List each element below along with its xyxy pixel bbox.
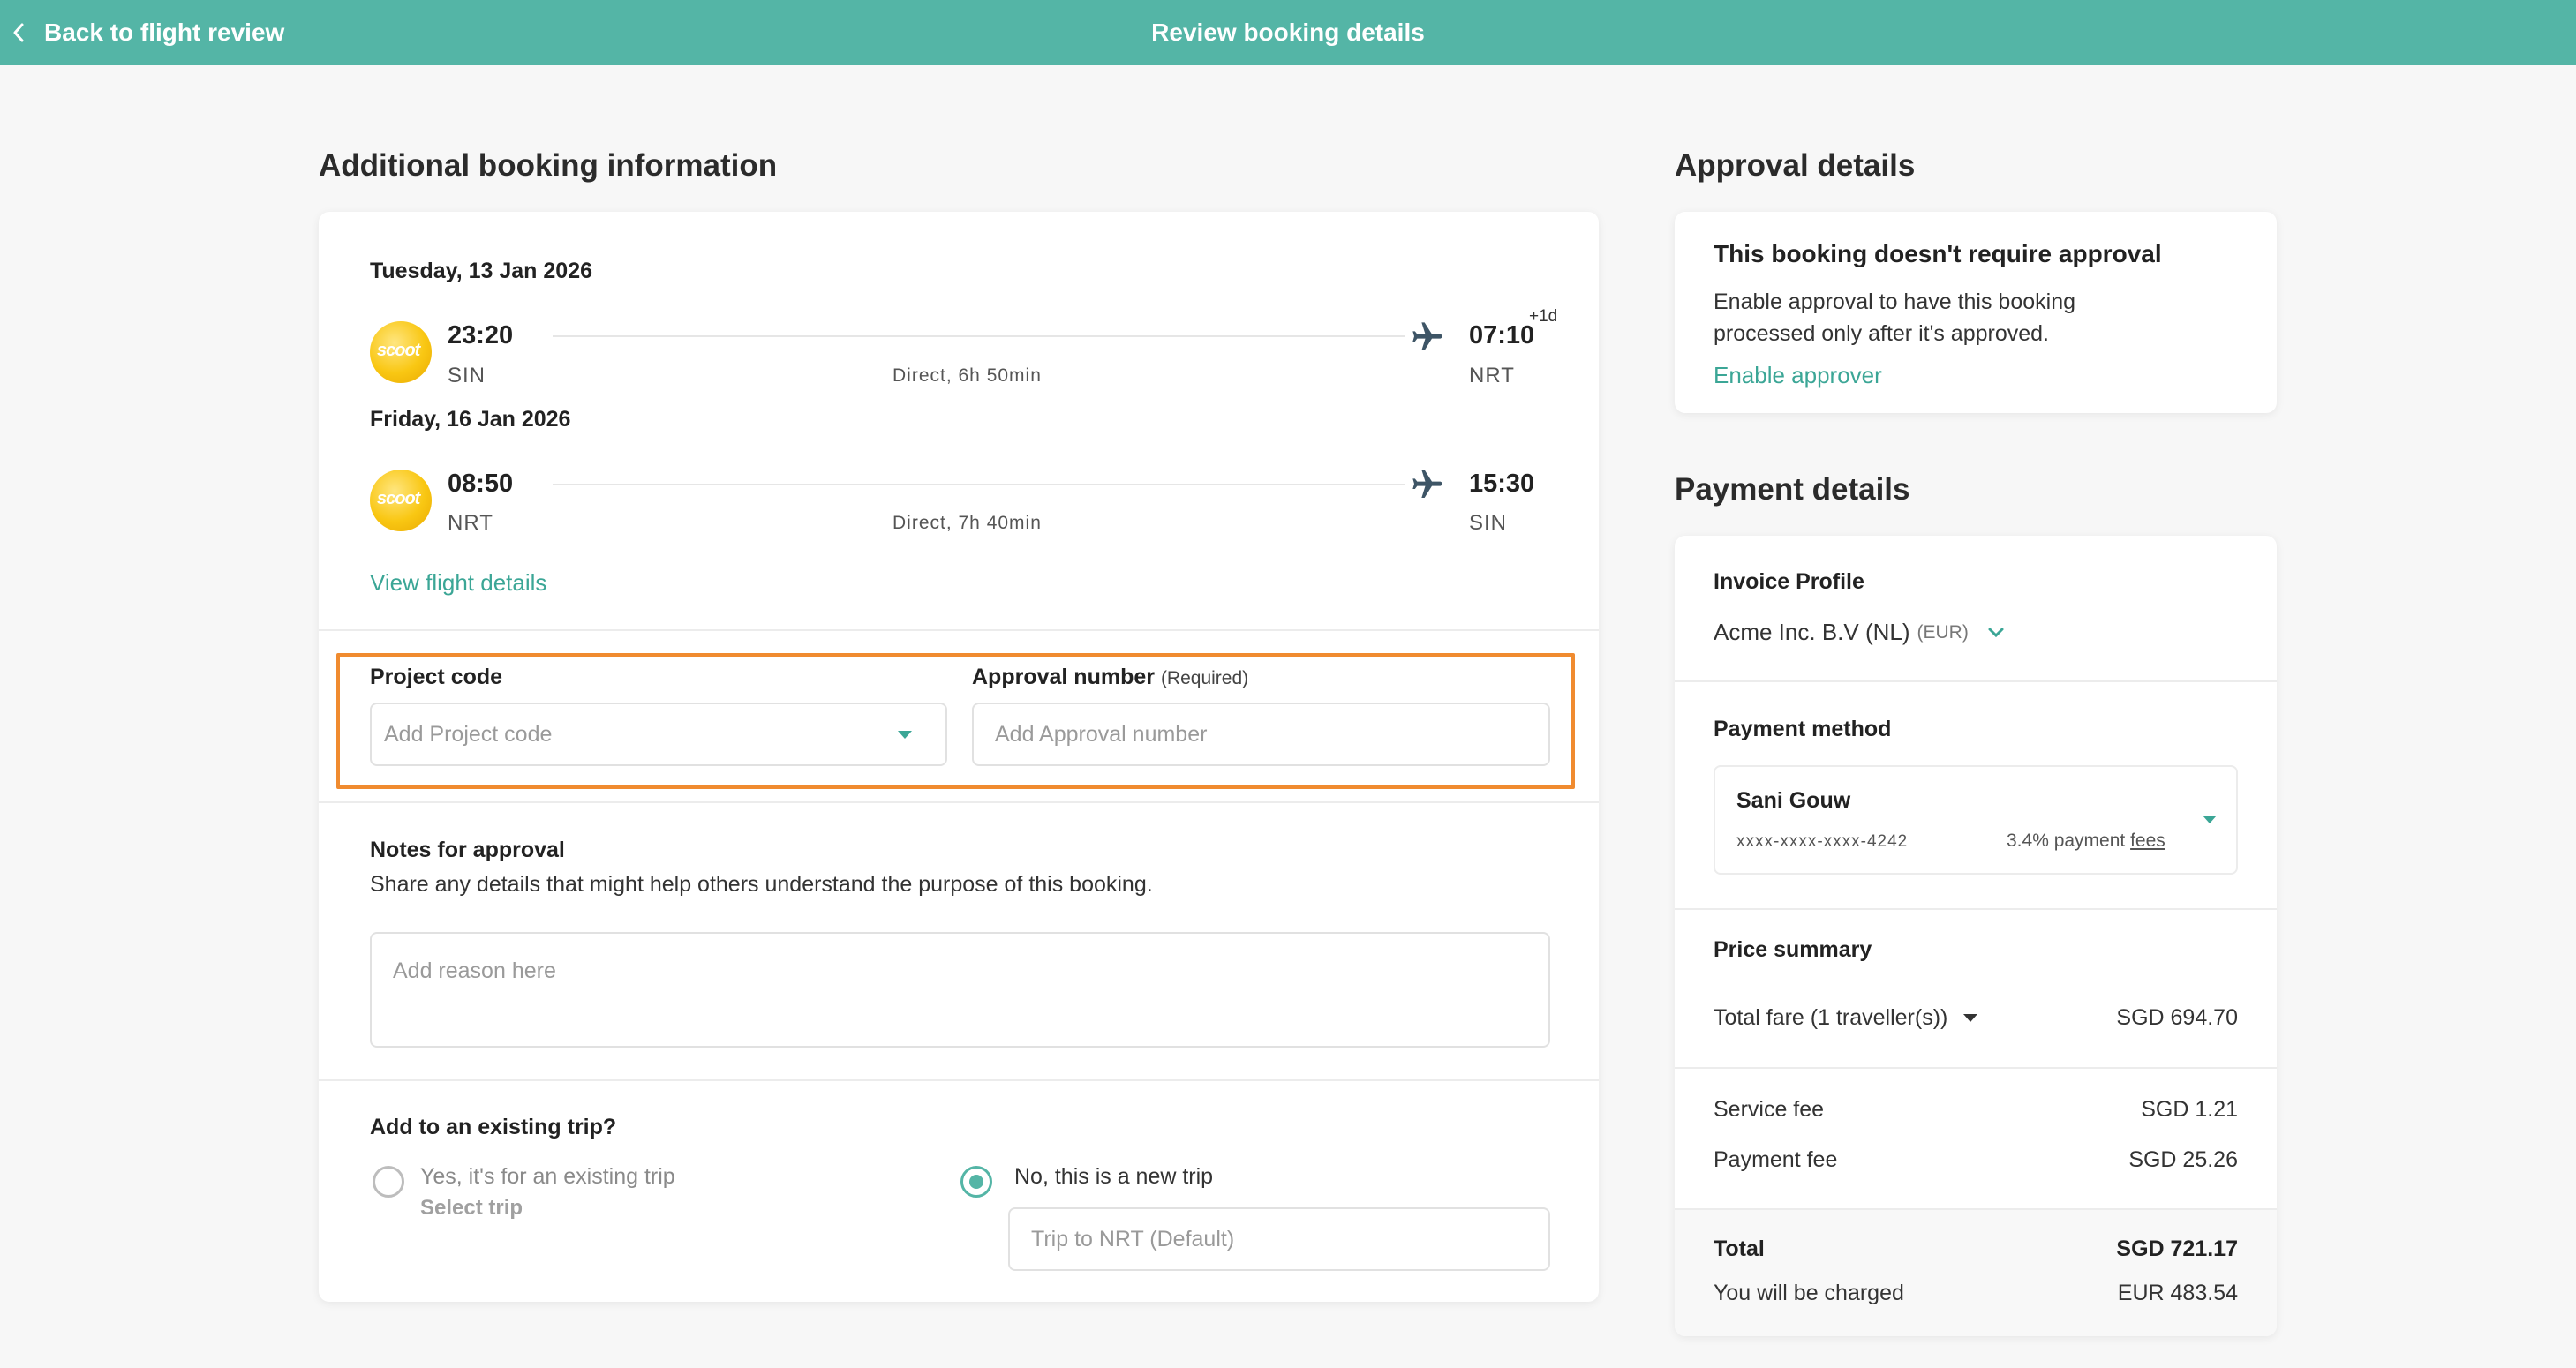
flight-duration: Direct, 6h 50min xyxy=(893,365,1042,386)
service-fee-value: SGD 1.21 xyxy=(2141,1097,2238,1122)
notes-description: Share any details that might help others… xyxy=(370,872,1153,897)
invoice-profile-value: Acme Inc. B.V (NL) xyxy=(1714,619,1910,645)
arrive-code: SIN xyxy=(1469,511,1508,535)
total-fare-label: Total fare (1 traveller(s)) xyxy=(1714,1005,1948,1030)
payment-method-label: Payment method xyxy=(1714,717,1892,741)
arrive-time: 07:10 xyxy=(1469,321,1535,350)
airplane-icon xyxy=(1412,322,1442,350)
payment-method-select[interactable]: Sani Gouw xxxx-xxxx-xxxx-4242 3.4% payme… xyxy=(1714,765,2238,875)
invoice-profile-select[interactable]: Acme Inc. B.V (NL) (EUR) xyxy=(1714,619,2006,646)
select-trip-link: Select trip xyxy=(420,1196,523,1220)
payment-fee-label: Payment fee xyxy=(1714,1147,1838,1172)
total-fare-value: SGD 694.70 xyxy=(2116,1005,2238,1030)
next-section-heading-clip xyxy=(319,1350,672,1368)
project-code-label: Project code xyxy=(370,665,503,689)
arrive-code: NRT xyxy=(1469,364,1515,387)
approval-description-line2: processed only after it's approved. xyxy=(1714,321,2049,346)
chevron-down-icon xyxy=(1988,628,2004,637)
approval-number-placeholder: Add Approval number xyxy=(995,721,1208,747)
notes-label: Notes for approval xyxy=(370,838,565,862)
required-tag: (Required) xyxy=(1160,668,1249,688)
flight-duration: Direct, 7h 40min xyxy=(893,513,1042,533)
depart-code: SIN xyxy=(448,364,486,387)
route-line xyxy=(553,335,1405,337)
depart-time: 08:50 xyxy=(448,470,514,498)
project-code-select[interactable]: Add Project code xyxy=(370,703,947,766)
card-number: xxxx-xxxx-xxxx-4242 xyxy=(1736,832,1909,851)
approval-card: This booking doesn't require approval En… xyxy=(1675,212,2277,413)
notes-placeholder: Add reason here xyxy=(393,958,556,983)
scoot-logo-icon: scoot xyxy=(370,470,432,531)
divider xyxy=(1675,908,2277,910)
total-section: Total SGD 721.17 You will be charged EUR… xyxy=(1675,1208,2277,1336)
divider xyxy=(1675,680,2277,682)
invoice-currency: (EUR) xyxy=(1917,621,1969,643)
divider xyxy=(319,1079,1599,1081)
flight-date: Friday, 16 Jan 2026 xyxy=(370,407,571,432)
divider xyxy=(319,629,1599,631)
arrive-time: 15:30 xyxy=(1469,470,1535,498)
view-flight-details-link[interactable]: View flight details xyxy=(370,569,546,597)
scoot-logo-icon: scoot xyxy=(370,321,432,383)
enable-approver-link[interactable]: Enable approver xyxy=(1714,362,1882,389)
payment-fee-info: 3.4% payment fees xyxy=(2007,831,2165,851)
payment-fee-value: SGD 25.26 xyxy=(2128,1147,2238,1172)
new-trip-placeholder: Trip to NRT (Default) xyxy=(1031,1226,1235,1251)
booking-info-card: Tuesday, 13 Jan 2026 scoot 23:20 SIN Dir… xyxy=(319,212,1599,1302)
approval-description-line1: Enable approval to have this booking xyxy=(1714,289,2076,314)
new-trip-radio[interactable] xyxy=(960,1166,992,1198)
divider xyxy=(1675,1067,2277,1069)
price-summary-label: Price summary xyxy=(1714,937,1872,962)
charged-label: You will be charged xyxy=(1714,1281,1904,1305)
payment-card: Invoice Profile Acme Inc. B.V (NL) (EUR)… xyxy=(1675,536,2277,1336)
route-line xyxy=(553,484,1405,485)
payment-method-name: Sani Gouw xyxy=(1736,788,1851,813)
invoice-profile-label: Invoice Profile xyxy=(1714,569,1864,594)
additional-booking-heading: Additional booking information xyxy=(319,148,778,183)
divider xyxy=(319,801,1599,803)
page-title: Review booking details xyxy=(1151,19,1425,46)
chevron-down-icon xyxy=(2203,816,2217,823)
top-bar: Back to flight review Review booking det… xyxy=(0,0,2576,65)
depart-code: NRT xyxy=(448,511,493,535)
new-trip-name-input[interactable]: Trip to NRT (Default) xyxy=(1008,1207,1550,1271)
approval-number-input[interactable]: Add Approval number xyxy=(972,703,1550,766)
approval-title: This booking doesn't require approval xyxy=(1714,240,2162,267)
chevron-down-icon xyxy=(898,731,912,739)
flight-date: Tuesday, 13 Jan 2026 xyxy=(370,259,593,283)
total-value: SGD 721.17 xyxy=(2116,1236,2238,1261)
project-code-placeholder: Add Project code xyxy=(384,721,553,747)
payment-details-heading: Payment details xyxy=(1675,472,1910,507)
existing-trip-radio[interactable] xyxy=(373,1166,404,1198)
new-trip-option-label: No, this is a new trip xyxy=(1014,1164,1214,1189)
total-fare-toggle[interactable]: Total fare (1 traveller(s)) xyxy=(1714,1005,1978,1031)
total-label: Total xyxy=(1714,1236,1765,1261)
service-fee-label: Service fee xyxy=(1714,1097,1825,1122)
approval-details-heading: Approval details xyxy=(1675,148,1916,183)
existing-trip-label: Add to an existing trip? xyxy=(370,1115,617,1139)
airplane-icon xyxy=(1412,470,1442,498)
caret-down-icon xyxy=(1963,1013,1978,1023)
charged-value: EUR 483.54 xyxy=(2117,1281,2238,1305)
fees-link[interactable]: fees xyxy=(2130,831,2165,851)
plus-day-badge: +1d xyxy=(1529,307,1558,326)
notes-textarea[interactable]: Add reason here xyxy=(370,932,1550,1048)
approval-number-label: Approval number (Required) xyxy=(972,665,1249,689)
existing-trip-option-label: Yes, it's for an existing trip xyxy=(420,1164,675,1189)
depart-time: 23:20 xyxy=(448,321,514,350)
